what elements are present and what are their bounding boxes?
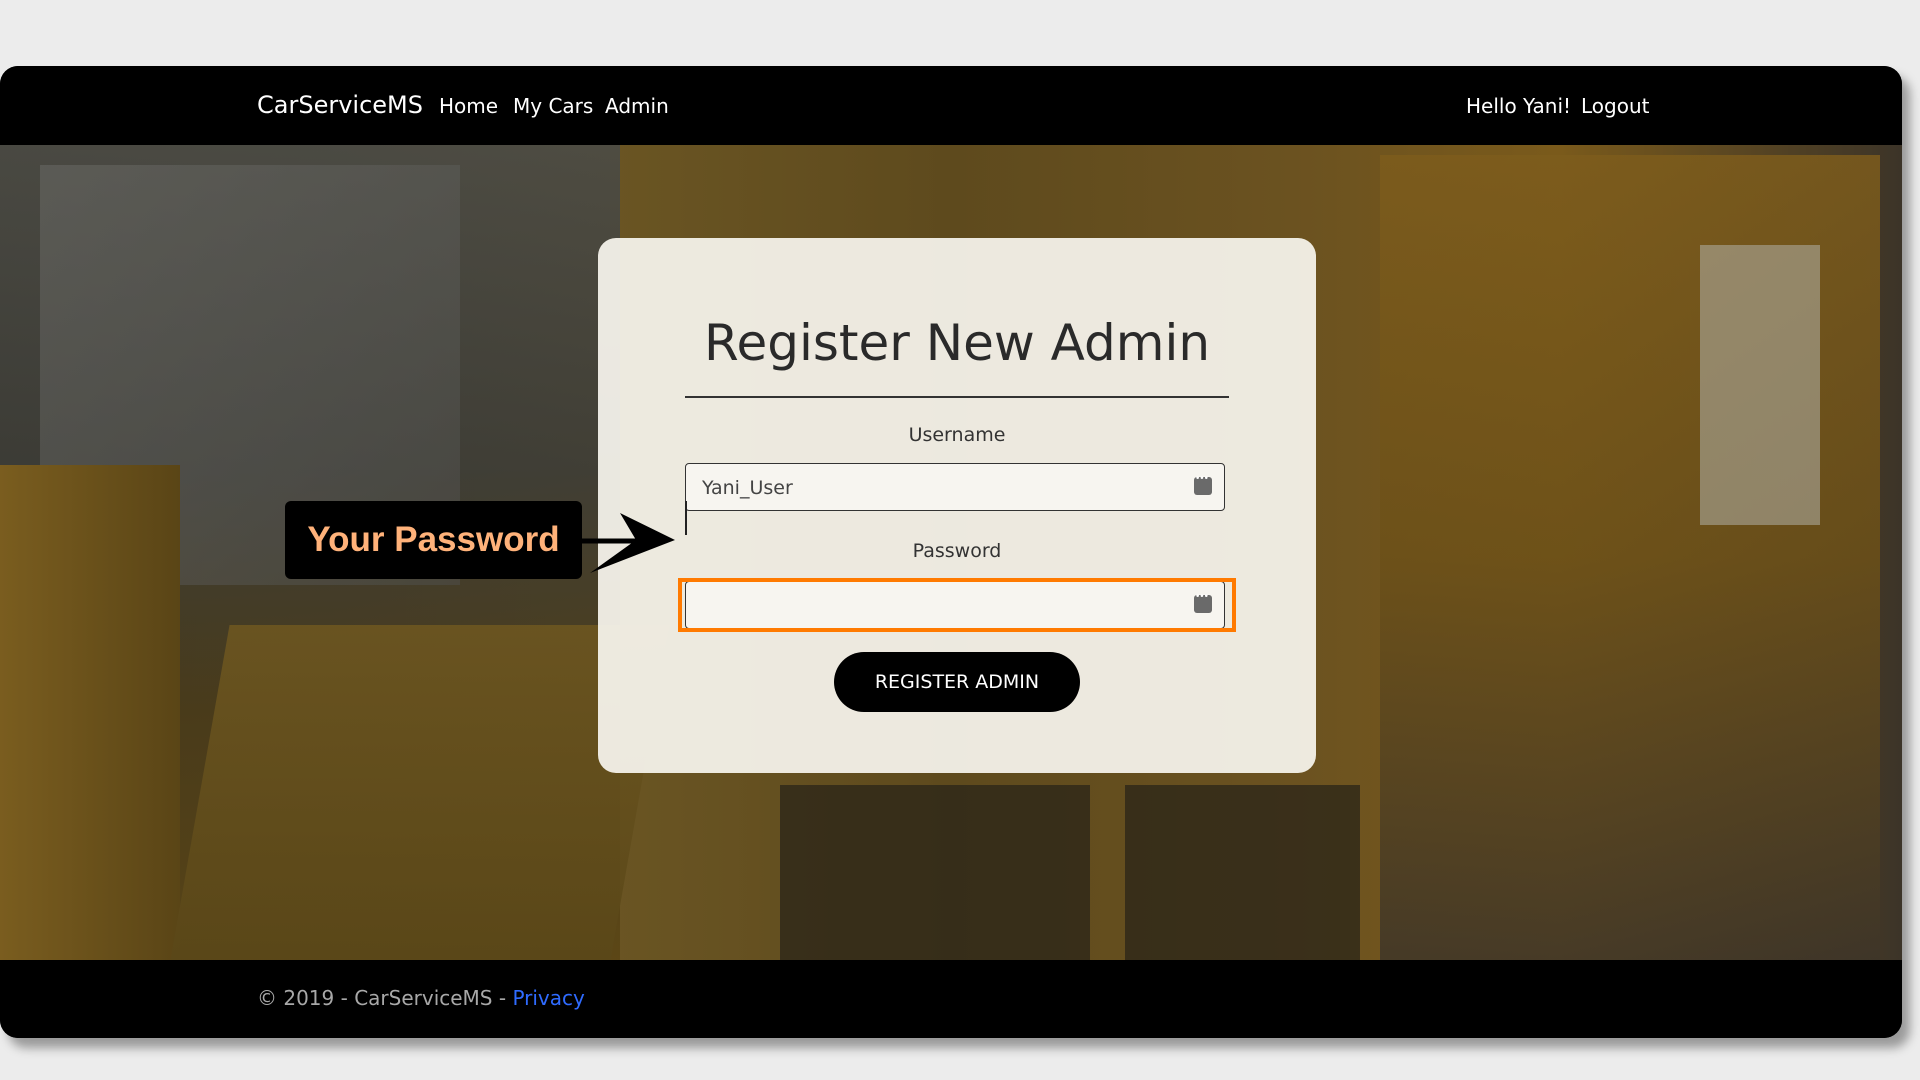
background-compartment-left	[780, 785, 1090, 960]
navbar: CarServiceMS Home My Cars Admin Hello Ya…	[0, 66, 1902, 145]
text-caret	[685, 501, 687, 535]
page-title: Register New Admin	[703, 314, 1211, 372]
arrow-pointer-icon	[580, 513, 675, 573]
password-manager-icon[interactable]	[1194, 592, 1212, 613]
nav-my-cars-link[interactable]: My Cars	[513, 94, 593, 118]
background-yellow-arm	[0, 465, 180, 960]
register-admin-card: Register New Admin Username Password REG…	[598, 238, 1316, 773]
background-cab-window	[1700, 245, 1820, 525]
footer: © 2019 - CarServiceMS - Privacy	[0, 960, 1902, 1038]
background-boom	[170, 625, 670, 960]
copyright-text: © 2019 - CarServiceMS -	[257, 986, 513, 1010]
footer-text: © 2019 - CarServiceMS - Privacy	[257, 986, 585, 1010]
user-greeting: Hello Yani!	[1466, 94, 1572, 118]
browser-window: CarServiceMS Home My Cars Admin Hello Ya…	[0, 66, 1902, 1038]
username-label: Username	[908, 424, 1006, 446]
brand-link[interactable]: CarServiceMS	[257, 91, 423, 119]
password-label: Password	[912, 540, 1002, 562]
password-manager-icon[interactable]	[1194, 474, 1212, 495]
nav-admin-link[interactable]: Admin	[605, 94, 669, 118]
username-field[interactable]	[685, 463, 1225, 511]
title-divider	[685, 396, 1229, 398]
register-admin-button[interactable]: REGISTER ADMIN	[834, 652, 1080, 712]
password-field[interactable]	[685, 581, 1225, 629]
username-input[interactable]	[700, 474, 1184, 502]
nav-home-link[interactable]: Home	[439, 94, 498, 118]
your-password-callout: Your Password	[285, 501, 582, 579]
background-compartment-right	[1125, 785, 1360, 960]
logout-link[interactable]: Logout	[1581, 94, 1649, 118]
privacy-link[interactable]: Privacy	[512, 986, 584, 1010]
password-input[interactable]	[700, 592, 1184, 620]
